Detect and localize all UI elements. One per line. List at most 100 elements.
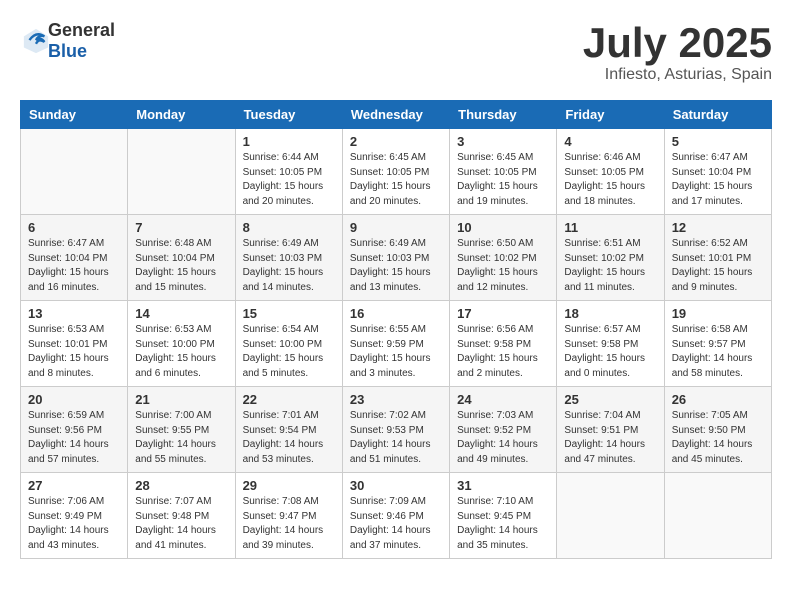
day-info: Sunrise: 6:59 AMSunset: 9:56 PMDaylight:…: [28, 409, 120, 467]
calendar-day-cell: 9 Sunrise: 6:49 AMSunset: 10:03 PMDayligh…: [342, 215, 449, 301]
weekday-header: Thursday: [450, 101, 557, 129]
calendar-day-cell: 20 Sunrise: 6:59 AMSunset: 9:56 PMDayligh…: [21, 387, 128, 473]
calendar-day-cell: 21 Sunrise: 7:00 AMSunset: 9:55 PMDayligh…: [128, 387, 235, 473]
day-info: Sunrise: 6:47 AMSunset: 10:04 PMDaylight…: [28, 237, 120, 295]
day-info: Sunrise: 6:49 AMSunset: 10:03 PMDaylight…: [350, 237, 442, 295]
day-info: Sunrise: 7:03 AMSunset: 9:52 PMDaylight:…: [457, 409, 549, 467]
day-number: 27: [28, 478, 120, 493]
day-number: 9: [350, 220, 442, 235]
calendar-day-cell: 29 Sunrise: 7:08 AMSunset: 9:47 PMDayligh…: [235, 473, 342, 559]
calendar-day-cell: 3Sunrise: 6:45 AMSunset: 10:05 PMDayligh…: [450, 129, 557, 215]
calendar-header-row: SundayMondayTuesdayWednesdayThursdayFrid…: [21, 101, 772, 129]
day-info: Sunrise: 6:56 AMSunset: 9:58 PMDaylight:…: [457, 323, 549, 381]
calendar-day-cell: 4 Sunrise: 6:46 AMSunset: 10:05 PMDayligh…: [557, 129, 664, 215]
day-number: 11: [564, 220, 656, 235]
logo-text-blue: Blue: [48, 41, 87, 61]
day-number: 8: [243, 220, 335, 235]
day-info: Sunrise: 6:53 AMSunset: 10:00 PMDaylight…: [135, 323, 227, 381]
day-info: Sunrise: 7:09 AMSunset: 9:46 PMDaylight:…: [350, 495, 442, 553]
day-info: Sunrise: 6:53 AMSunset: 10:01 PMDaylight…: [28, 323, 120, 381]
day-number: 30: [350, 478, 442, 493]
day-info: Sunrise: 7:04 AMSunset: 9:51 PMDaylight:…: [564, 409, 656, 467]
day-number: 22: [243, 392, 335, 407]
day-number: 4: [564, 134, 656, 149]
day-info: Sunrise: 6:44 AMSunset: 10:05 PMDaylight…: [243, 151, 335, 209]
calendar-day-cell: 10Sunrise: 6:50 AMSunset: 10:02 PMDaylig…: [450, 215, 557, 301]
calendar-table: SundayMondayTuesdayWednesdayThursdayFrid…: [20, 100, 772, 559]
calendar-day-cell: 22 Sunrise: 7:01 AMSunset: 9:54 PMDayligh…: [235, 387, 342, 473]
day-number: 18: [564, 306, 656, 321]
day-info: Sunrise: 6:46 AMSunset: 10:05 PMDaylight…: [564, 151, 656, 209]
calendar-day-cell: [557, 473, 664, 559]
day-number: 10: [457, 220, 549, 235]
page-header: General Blue July 2025 Infiesto, Asturia…: [20, 20, 772, 84]
day-info: Sunrise: 6:47 AMSunset: 10:04 PMDaylight…: [672, 151, 764, 209]
day-info: Sunrise: 6:52 AMSunset: 10:01 PMDaylight…: [672, 237, 764, 295]
day-number: 20: [28, 392, 120, 407]
day-info: Sunrise: 7:08 AMSunset: 9:47 PMDaylight:…: [243, 495, 335, 553]
day-info: Sunrise: 7:06 AMSunset: 9:49 PMDaylight:…: [28, 495, 120, 553]
calendar-day-cell: 5 Sunrise: 6:47 AMSunset: 10:04 PMDayligh…: [664, 129, 771, 215]
calendar-day-cell: 17 Sunrise: 6:56 AMSunset: 9:58 PMDayligh…: [450, 301, 557, 387]
calendar-day-cell: 19Sunrise: 6:58 AMSunset: 9:57 PMDayligh…: [664, 301, 771, 387]
day-number: 17: [457, 306, 549, 321]
day-info: Sunrise: 7:05 AMSunset: 9:50 PMDaylight:…: [672, 409, 764, 467]
day-number: 1: [243, 134, 335, 149]
weekday-header: Monday: [128, 101, 235, 129]
calendar-week-row: 20 Sunrise: 6:59 AMSunset: 9:56 PMDayligh…: [21, 387, 772, 473]
month-title: July 2025: [583, 20, 772, 66]
weekday-header: Sunday: [21, 101, 128, 129]
day-info: Sunrise: 7:00 AMSunset: 9:55 PMDaylight:…: [135, 409, 227, 467]
day-info: Sunrise: 7:01 AMSunset: 9:54 PMDaylight:…: [243, 409, 335, 467]
day-number: 6: [28, 220, 120, 235]
day-info: Sunrise: 6:51 AMSunset: 10:02 PMDaylight…: [564, 237, 656, 295]
day-number: 12: [672, 220, 764, 235]
day-number: 21: [135, 392, 227, 407]
weekday-header: Wednesday: [342, 101, 449, 129]
location-title: Infiesto, Asturias, Spain: [583, 66, 772, 84]
day-number: 28: [135, 478, 227, 493]
day-info: Sunrise: 6:57 AMSunset: 9:58 PMDaylight:…: [564, 323, 656, 381]
day-info: Sunrise: 7:02 AMSunset: 9:53 PMDaylight:…: [350, 409, 442, 467]
calendar-week-row: 13 Sunrise: 6:53 AMSunset: 10:01 PMDaylig…: [21, 301, 772, 387]
day-info: Sunrise: 7:07 AMSunset: 9:48 PMDaylight:…: [135, 495, 227, 553]
day-number: 19: [672, 306, 764, 321]
calendar-day-cell: 25 Sunrise: 7:04 AMSunset: 9:51 PMDayligh…: [557, 387, 664, 473]
calendar-day-cell: 27 Sunrise: 7:06 AMSunset: 9:49 PMDayligh…: [21, 473, 128, 559]
logo: General Blue: [20, 20, 115, 62]
logo-text-general: General: [48, 20, 115, 40]
day-number: 14: [135, 306, 227, 321]
day-number: 15: [243, 306, 335, 321]
day-info: Sunrise: 6:48 AMSunset: 10:04 PMDaylight…: [135, 237, 227, 295]
calendar-day-cell: [664, 473, 771, 559]
calendar-week-row: 6 Sunrise: 6:47 AMSunset: 10:04 PMDayligh…: [21, 215, 772, 301]
calendar-day-cell: 24 Sunrise: 7:03 AMSunset: 9:52 PMDayligh…: [450, 387, 557, 473]
day-info: Sunrise: 6:55 AMSunset: 9:59 PMDaylight:…: [350, 323, 442, 381]
calendar-day-cell: 23 Sunrise: 7:02 AMSunset: 9:53 PMDayligh…: [342, 387, 449, 473]
day-info: Sunrise: 7:10 AMSunset: 9:45 PMDaylight:…: [457, 495, 549, 553]
weekday-header: Friday: [557, 101, 664, 129]
calendar-week-row: 27 Sunrise: 7:06 AMSunset: 9:49 PMDayligh…: [21, 473, 772, 559]
calendar-day-cell: 12 Sunrise: 6:52 AMSunset: 10:01 PMDaylig…: [664, 215, 771, 301]
day-number: 5: [672, 134, 764, 149]
day-number: 13: [28, 306, 120, 321]
day-number: 31: [457, 478, 549, 493]
day-number: 24: [457, 392, 549, 407]
logo-icon: [22, 27, 50, 55]
calendar-day-cell: [21, 129, 128, 215]
calendar-week-row: 1 Sunrise: 6:44 AMSunset: 10:05 PMDayligh…: [21, 129, 772, 215]
day-number: 25: [564, 392, 656, 407]
calendar-day-cell: 13 Sunrise: 6:53 AMSunset: 10:01 PMDaylig…: [21, 301, 128, 387]
day-info: Sunrise: 6:54 AMSunset: 10:00 PMDaylight…: [243, 323, 335, 381]
day-number: 23: [350, 392, 442, 407]
day-number: 26: [672, 392, 764, 407]
day-number: 2: [350, 134, 442, 149]
calendar-day-cell: 8Sunrise: 6:49 AMSunset: 10:03 PMDayligh…: [235, 215, 342, 301]
calendar-day-cell: 16 Sunrise: 6:55 AMSunset: 9:59 PMDayligh…: [342, 301, 449, 387]
calendar-day-cell: 11 Sunrise: 6:51 AMSunset: 10:02 PMDaylig…: [557, 215, 664, 301]
day-number: 16: [350, 306, 442, 321]
day-number: 29: [243, 478, 335, 493]
calendar-day-cell: 7 Sunrise: 6:48 AMSunset: 10:04 PMDayligh…: [128, 215, 235, 301]
calendar-day-cell: 2Sunrise: 6:45 AMSunset: 10:05 PMDayligh…: [342, 129, 449, 215]
day-number: 7: [135, 220, 227, 235]
